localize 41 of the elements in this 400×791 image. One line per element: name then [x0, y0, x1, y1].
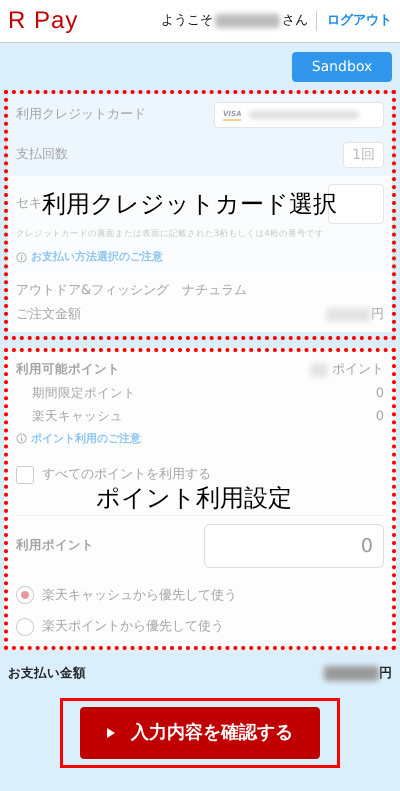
radio-button[interactable] [16, 618, 34, 636]
radio-button[interactable] [16, 586, 34, 604]
blurred-points [310, 362, 328, 377]
welcome-text: ようこそ [161, 12, 213, 30]
point-value: 0 [376, 384, 384, 402]
radio-label: 楽天ポイントから優先して使う [42, 618, 224, 636]
field-label: 利用クレジットカード [16, 106, 146, 124]
radio-label: 楽天キャッシュから優先して使う [42, 586, 237, 604]
logo: R Pay [8, 6, 78, 36]
point-value: 0 [376, 408, 384, 426]
field-label: セキ [16, 195, 42, 214]
unit-text: ポイント [332, 361, 384, 379]
notice-link[interactable]: ポイント利用のご注意 [31, 430, 141, 447]
annotation-label: ポイント利用設定 [96, 483, 292, 514]
blurred-amount [324, 666, 379, 682]
notice-link[interactable]: お支払い方法選択のご注意 [31, 248, 163, 266]
shop-name: アウトドア&フィッシング ナチュラム [16, 282, 248, 300]
point-type-label: 楽天キャッシュ [32, 407, 123, 425]
blurred-amount [326, 308, 371, 322]
currency-text: 円 [379, 665, 392, 683]
logout-link[interactable]: ログアウト [316, 11, 392, 31]
field-label: 利用可能ポイント [16, 360, 120, 378]
confirm-button[interactable]: 入力内容を確認する [80, 706, 320, 758]
field-label: ご注文金額 [16, 306, 81, 324]
sandbox-button[interactable]: Sandbox [292, 52, 392, 82]
blurred-name [215, 14, 280, 28]
point-type-label: 期間限定ポイント [32, 384, 136, 402]
play-icon [107, 728, 115, 738]
total-label: お支払い金額 [8, 664, 86, 682]
honorific-text: さん [282, 12, 308, 30]
field-label: 利用ポイント [16, 536, 94, 554]
field-label: 支払回数 [16, 146, 68, 164]
points-input[interactable]: 0 [204, 524, 384, 568]
currency-text: 円 [371, 306, 384, 324]
checkbox-label: すべてのポイントを利用する [42, 466, 211, 484]
checkbox[interactable] [16, 466, 34, 484]
installments-select[interactable]: 1回 [343, 142, 384, 168]
annotation-label: 利用クレジットカード選択 [42, 189, 337, 220]
info-icon [16, 252, 27, 262]
hint-text: クレジットカードの裏面または表面に記載された3桁もしくは4桁の番号です [16, 228, 325, 241]
info-icon [16, 433, 27, 444]
